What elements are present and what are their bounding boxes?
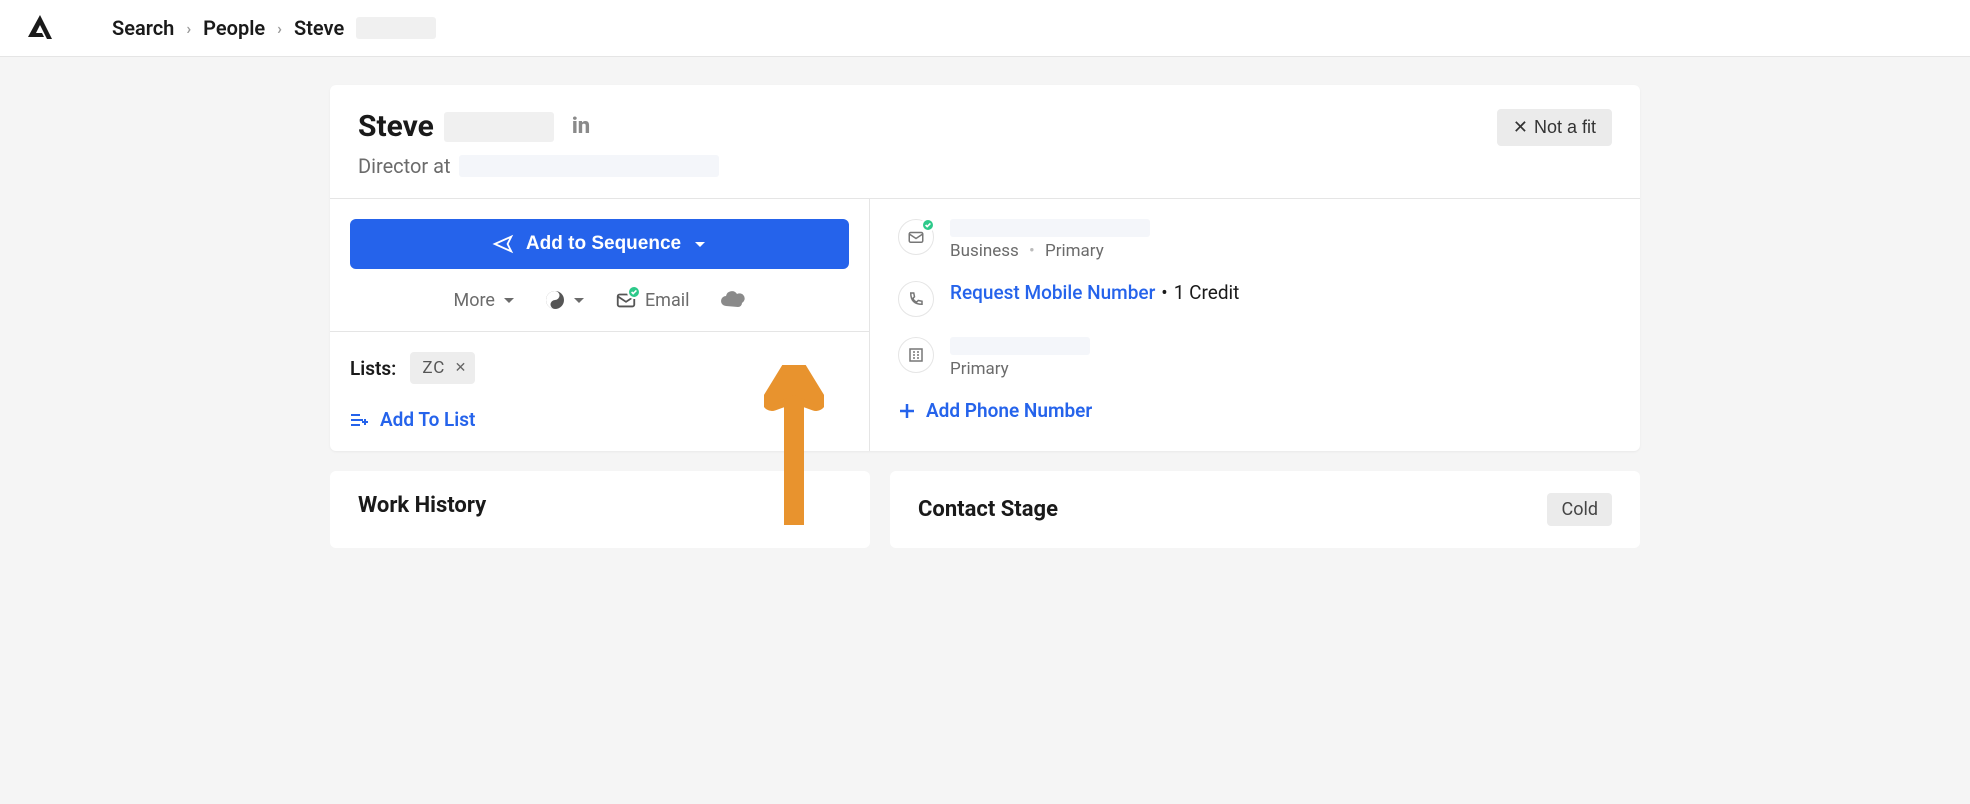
more-label: More: [453, 290, 494, 311]
app-logo[interactable]: [24, 12, 56, 44]
credit-text: 1 Credit: [1174, 281, 1240, 304]
chevron-down-icon: [573, 294, 585, 306]
list-chip-label: ZC: [422, 358, 445, 378]
contact-stage-title: Contact Stage: [918, 497, 1058, 522]
salesforce-button[interactable]: [720, 290, 746, 310]
company-primary-tag: Primary: [950, 359, 1090, 379]
email-redacted: [950, 219, 1150, 237]
request-mobile-link[interactable]: Request Mobile Number: [950, 281, 1155, 304]
stage-badge[interactable]: Cold: [1547, 493, 1612, 526]
person-first-name: Steve: [358, 109, 434, 144]
breadcrumb-person-redacted: [356, 17, 436, 39]
topbar: Search › People › Steve: [0, 0, 1970, 57]
not-a-fit-button[interactable]: ✕ Not a fit: [1497, 109, 1612, 146]
verified-badge-icon: [627, 285, 641, 299]
breadcrumb-search[interactable]: Search: [112, 16, 174, 40]
verified-badge-icon: [921, 218, 935, 232]
list-add-icon: [350, 412, 370, 428]
add-to-sequence-button[interactable]: Add to Sequence: [350, 219, 849, 269]
email-tag-primary: Primary: [1045, 241, 1104, 261]
yin-yang-icon: [545, 290, 565, 310]
contact-company-row: Primary: [898, 337, 1612, 379]
breadcrumb: Search › People › Steve: [112, 16, 436, 40]
add-phone-label: Add Phone Number: [926, 399, 1092, 422]
email-tags: Business • Primary: [950, 241, 1150, 261]
chip-remove-icon[interactable]: ✕: [455, 360, 468, 376]
send-icon: [492, 233, 514, 255]
chevron-down-icon: [503, 294, 515, 306]
work-history-card: Work History: [330, 471, 870, 548]
phone-icon: [898, 281, 934, 317]
cloud-icon: [720, 290, 746, 310]
add-phone-button[interactable]: Add Phone Number: [898, 399, 1612, 422]
more-dropdown[interactable]: More: [453, 290, 514, 311]
company-phone-redacted: [950, 337, 1090, 355]
person-name: Steve in: [358, 109, 719, 144]
breadcrumb-person[interactable]: Steve: [294, 16, 344, 40]
chevron-right-icon: ›: [277, 19, 282, 38]
email-tag-business: Business: [950, 241, 1019, 261]
person-role: Director at: [358, 154, 719, 178]
add-sequence-label: Add to Sequence: [526, 233, 681, 255]
person-last-name-redacted: [444, 112, 554, 142]
list-chip[interactable]: ZC ✕: [410, 352, 475, 384]
role-prefix: Director at: [358, 154, 451, 178]
add-to-list-label: Add To List: [380, 408, 475, 431]
company-redacted: [459, 155, 719, 177]
breadcrumb-people[interactable]: People: [203, 16, 265, 40]
lists-label: Lists:: [350, 357, 396, 380]
add-to-list-button[interactable]: Add To List: [350, 408, 849, 431]
close-icon: ✕: [1513, 117, 1528, 138]
plus-icon: [898, 402, 916, 420]
mail-icon: [898, 219, 934, 255]
chevron-right-icon: ›: [186, 19, 191, 38]
integration-dropdown[interactable]: [545, 290, 585, 310]
credit-separator: •: [1161, 281, 1167, 304]
email-button[interactable]: Email: [615, 289, 690, 311]
contact-phone-row: Request Mobile Number • 1 Credit: [898, 281, 1612, 317]
contact-email-row: Business • Primary: [898, 219, 1612, 261]
work-history-title: Work History: [358, 493, 842, 518]
not-fit-label: Not a fit: [1534, 117, 1596, 138]
chevron-down-icon: [693, 237, 707, 251]
contact-stage-card: Contact Stage Cold: [890, 471, 1640, 548]
person-card: Steve in Director at ✕ Not a fit: [330, 85, 1640, 451]
building-icon: [898, 337, 934, 373]
linkedin-icon[interactable]: in: [572, 114, 590, 139]
email-label: Email: [645, 290, 690, 311]
